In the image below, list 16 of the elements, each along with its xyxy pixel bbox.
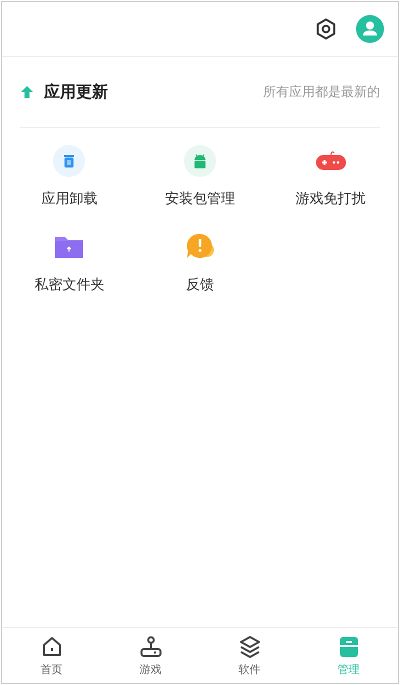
tool-label[interactable]: 游戏免打扰 (296, 190, 366, 208)
nav-tab[interactable]: 软件 (200, 628, 299, 683)
layers-icon (238, 634, 262, 658)
tool-label[interactable]: 反馈 (186, 276, 214, 294)
settings-icon[interactable] (314, 17, 338, 41)
tool-label[interactable]: 私密文件夹 (34, 276, 104, 294)
joystick-icon (138, 634, 162, 658)
section-title: 应用更新 (44, 82, 108, 102)
up-arrow-icon (20, 85, 34, 99)
nav-tab[interactable]: 游戏 (101, 628, 200, 683)
nav-tab[interactable]: 首页 (2, 628, 101, 683)
tool-label[interactable]: 安装包管理 (164, 190, 235, 208)
status-text: 所有应用都是最新的 (263, 84, 380, 101)
tool-label[interactable]: 应用卸载 (41, 190, 98, 208)
android-icon (182, 144, 217, 178)
trash-icon (52, 144, 86, 178)
